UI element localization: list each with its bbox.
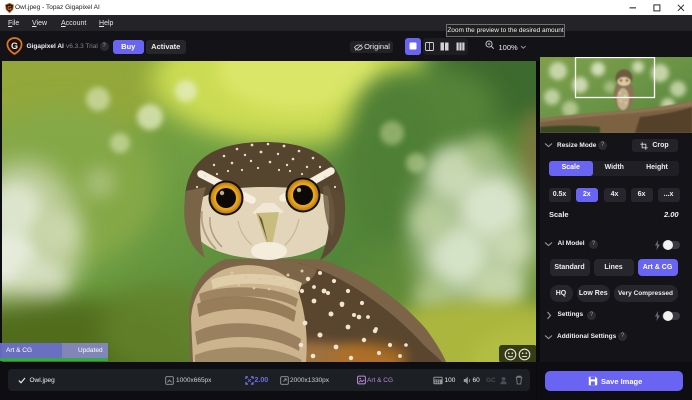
- svg-text:G: G: [10, 41, 17, 51]
- svg-text:G: G: [7, 5, 11, 11]
